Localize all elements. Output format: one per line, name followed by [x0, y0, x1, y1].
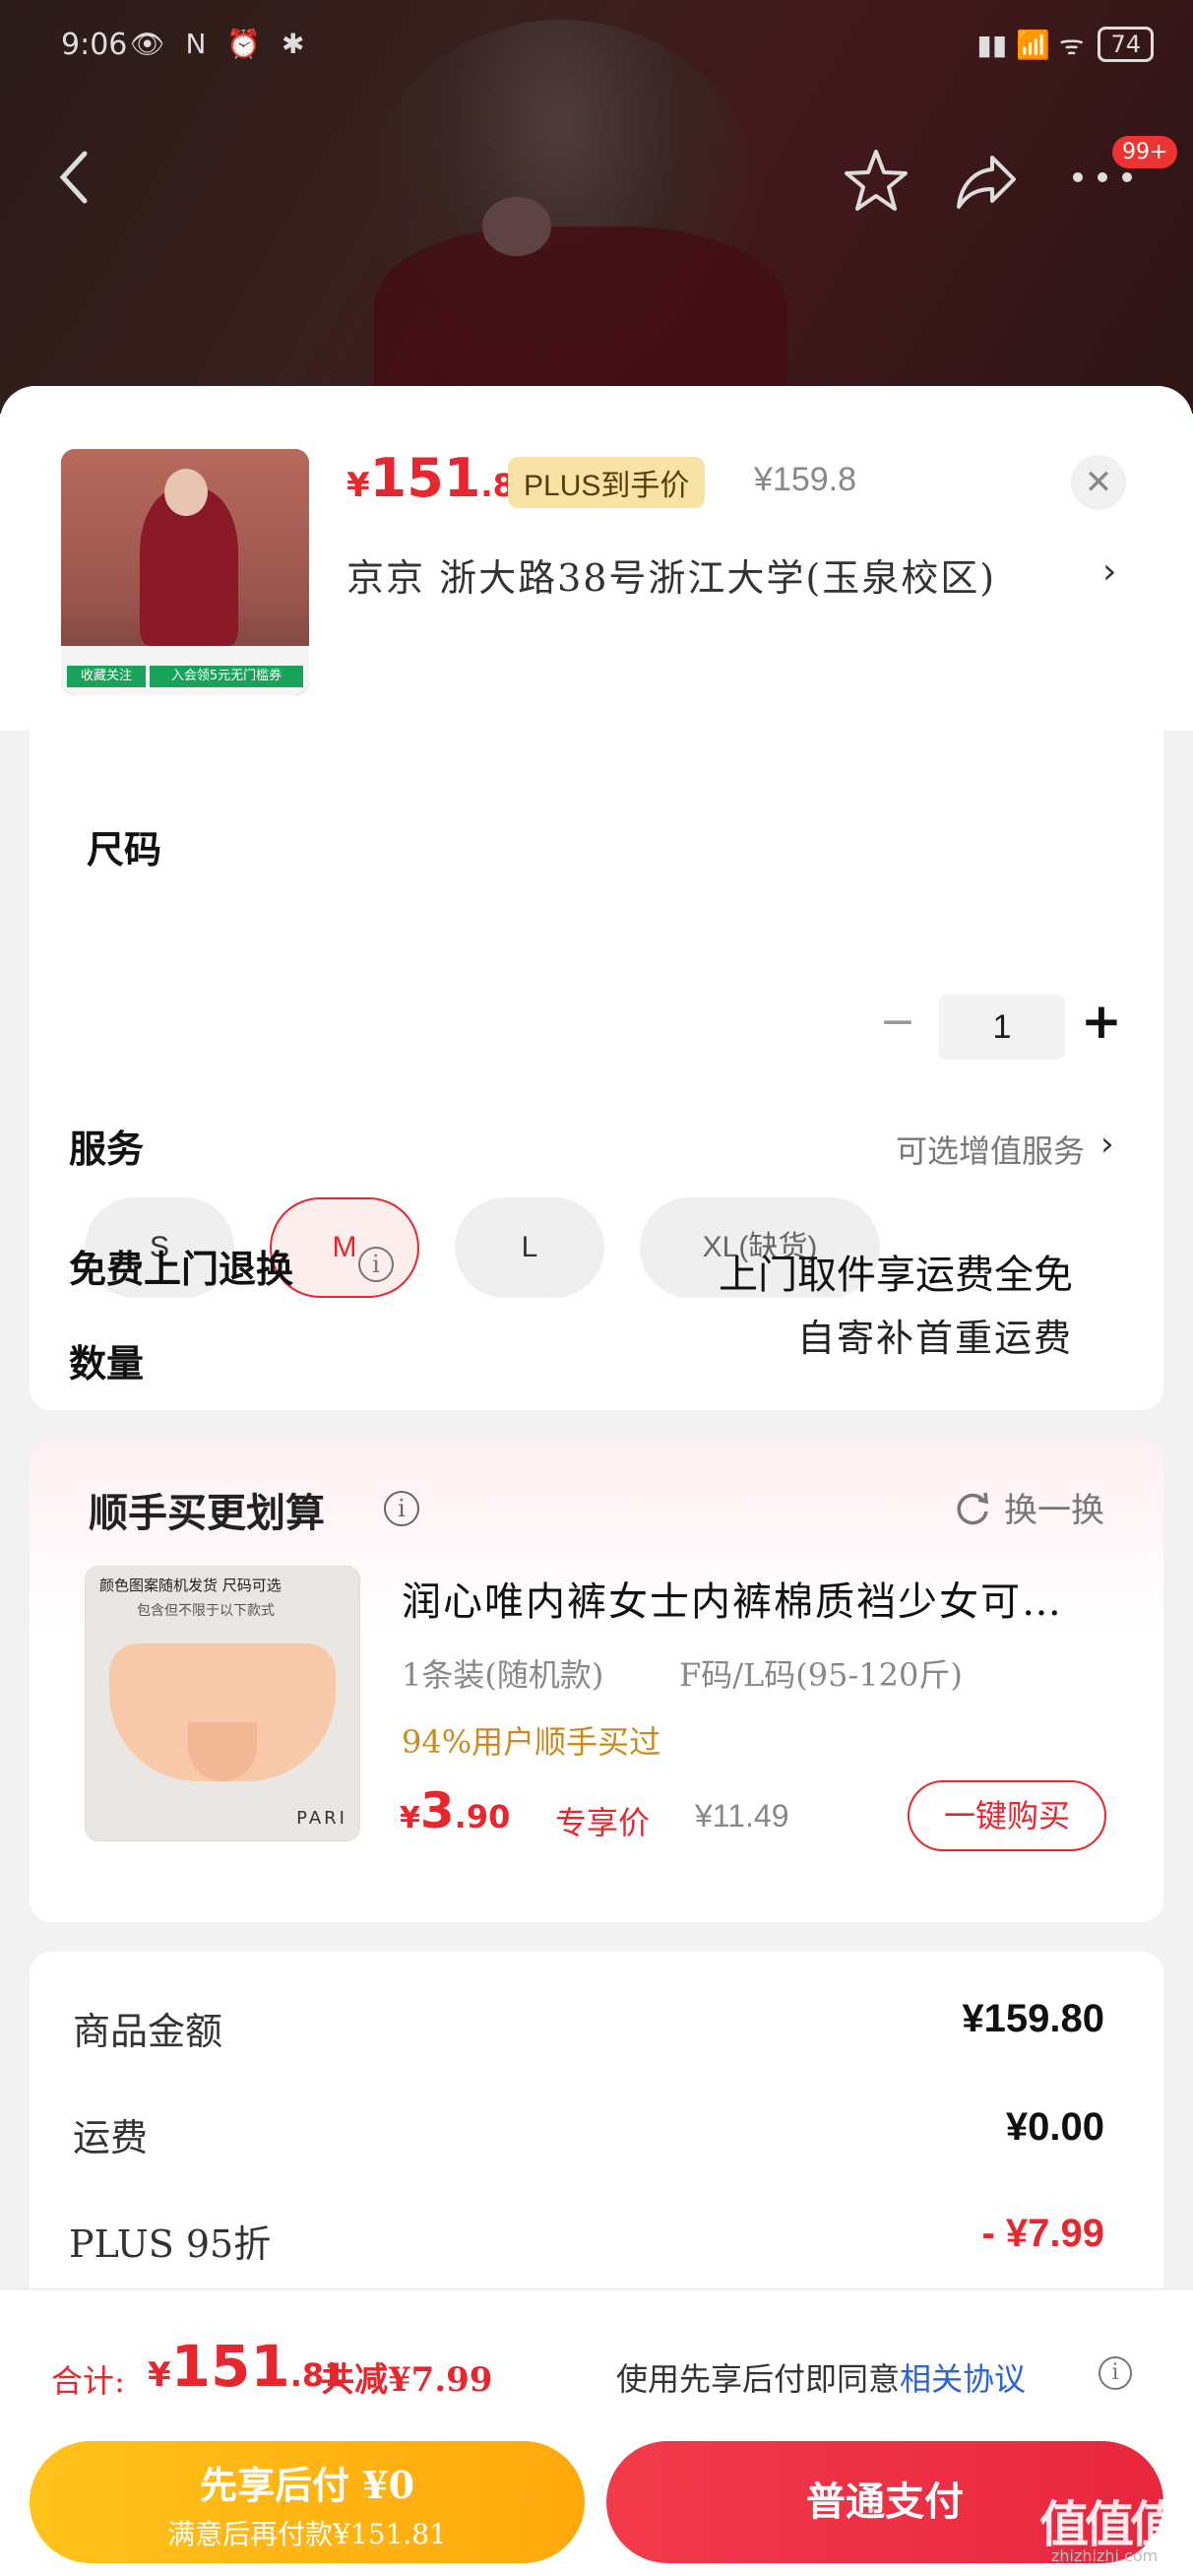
- one-click-buy-button[interactable]: 一键购买: [908, 1780, 1106, 1851]
- bundle-thumb-brand: PARI: [296, 1808, 347, 1829]
- bundle-original-price: ¥11.49: [695, 1798, 789, 1834]
- price-integer: 151: [369, 447, 481, 509]
- quantity-label: 数量: [69, 1341, 145, 1385]
- pay-later-title: 先享后付 ¥0: [199, 2463, 415, 2507]
- bundle-users-bought: 94%用户顺手买过: [402, 1723, 661, 1761]
- panties-image: [109, 1643, 336, 1781]
- refresh-icon: [957, 1492, 989, 1524]
- quantity-input[interactable]: 1: [939, 995, 1065, 1060]
- bundle-product-image[interactable]: 颜色图案随机发货 尺码可选 包含但不限于以下款式 PARI: [85, 1566, 360, 1841]
- sheet-header: 收藏关注 入会领5元无门槛券 ¥ 151 .81 PLUS到手价 ¥159.8 …: [0, 386, 1193, 731]
- pay-later-subtitle: 满意后再付款¥151.81: [167, 2518, 447, 2550]
- service-hint[interactable]: 可选增值服务: [896, 1127, 1085, 1172]
- bundle-thumb-sub: 包含但不限于以下款式: [137, 1603, 275, 1619]
- close-button[interactable]: ✕: [1071, 455, 1126, 510]
- status-right: ▮▮ 📶 ᯤ 74: [976, 26, 1154, 63]
- refresh-label: 换一换: [1004, 1491, 1104, 1530]
- share-icon[interactable]: [953, 148, 1022, 213]
- bundle-price: ¥ 3 .90: [400, 1782, 510, 1839]
- bundle-price-symbol: ¥: [400, 1801, 420, 1835]
- status-time: 9:06: [61, 28, 128, 62]
- favorite-star-icon[interactable]: [842, 146, 910, 215]
- signal-icon: ▮▮ 📶 ᯤ: [976, 29, 1085, 61]
- total-savings: 共减¥7.99: [321, 2360, 493, 2400]
- size-title: 尺码: [87, 827, 162, 871]
- goods-amount-value: ¥159.80: [962, 1997, 1104, 2040]
- more-icon[interactable]: [1068, 167, 1137, 187]
- battery-icon: 74: [1098, 27, 1154, 62]
- status-bar: 9:06 👁 N ⏰ ✱ ▮▮ 📶 ᯤ 74: [0, 0, 1193, 89]
- close-icon: ✕: [1084, 463, 1113, 502]
- bundle-product-name[interactable]: 润心唯内裤女士内裤棉质裆少女可…: [402, 1570, 1130, 1627]
- bundle-spec-size[interactable]: F码/L码(95-120斤): [679, 1650, 963, 1696]
- refresh-button[interactable]: 换一换: [953, 1483, 1104, 1531]
- status-notification-icons: 👁 N ⏰ ✱: [130, 28, 311, 60]
- info-icon[interactable]: i: [358, 1247, 394, 1282]
- total-price: ¥ 151 .81: [148, 2333, 345, 2400]
- thumb-head: [164, 469, 208, 516]
- bundle-card: 顺手买更划算 i 换一换 颜色图案随机发货 尺码可选 包含但不限于以下款式 PA…: [30, 1442, 1163, 1922]
- back-icon[interactable]: [55, 148, 94, 207]
- size-option-l[interactable]: L: [455, 1197, 604, 1298]
- total-price-symbol: ¥: [148, 2355, 171, 2395]
- quantity-minus-button[interactable]: −: [878, 997, 917, 1047]
- shipping-label: 运费: [73, 2116, 149, 2159]
- return-pickup-text: 上门取件享运费全免: [719, 1253, 1073, 1298]
- checkout-bar: 合计: ¥ 151 .81 共减¥7.99 使用先享后付即同意相关协议 i 先享…: [0, 2288, 1193, 2576]
- quantity-plus-button[interactable]: +: [1081, 993, 1122, 1050]
- plus-price-tag: PLUS到手价: [508, 457, 706, 508]
- pay-later-button[interactable]: 先享后付 ¥0 满意后再付款¥151.81: [30, 2441, 585, 2563]
- plus-discount-value: - ¥7.99: [981, 2212, 1104, 2255]
- chevron-right-icon[interactable]: ›: [1102, 551, 1116, 592]
- purchase-sheet: 收藏关注 入会领5元无门槛券 ¥ 151 .81 PLUS到手价 ¥159.8 …: [0, 386, 1193, 2576]
- price-symbol: ¥: [346, 466, 370, 505]
- return-self-ship-text: 自寄补首重运费: [796, 1317, 1073, 1360]
- bundle-spec-pack[interactable]: 1条装(随机款): [402, 1650, 603, 1696]
- thumb-strip-coupon: 入会领5元无门槛券: [150, 666, 303, 687]
- agreement-prefix: 使用先享后付即同意: [616, 2360, 901, 2398]
- chevron-right-icon[interactable]: ›: [1100, 1125, 1114, 1164]
- bundle-price-decimal: .90: [454, 1798, 511, 1835]
- info-icon[interactable]: i: [1099, 2356, 1132, 2390]
- info-icon[interactable]: i: [384, 1491, 419, 1526]
- original-price: ¥159.8: [754, 461, 856, 498]
- total-price-integer: 151: [170, 2333, 290, 2400]
- bundle-title: 顺手买更划算: [89, 1490, 325, 1536]
- goods-amount-label: 商品金额: [73, 2010, 223, 2053]
- message-count-badge: 99+: [1112, 136, 1178, 168]
- watermark-url: zhizhizhi.com: [1051, 2546, 1159, 2565]
- service-label: 服务: [69, 1127, 145, 1171]
- exclusive-price-tag: 专享价: [555, 1804, 651, 1841]
- delivery-address[interactable]: 京京 浙大路38号浙江大学(玉泉校区): [346, 547, 996, 602]
- product-thumbnail[interactable]: 收藏关注 入会领5元无门槛券: [61, 449, 309, 695]
- free-return-label: 免费上门退换: [69, 1247, 294, 1291]
- total-label: 合计:: [51, 2362, 125, 2400]
- shipping-value: ¥0.00: [1005, 2105, 1104, 2149]
- plus-discount-label: PLUS 95折: [69, 2222, 272, 2266]
- bundle-thumb-header: 颜色图案随机发货 尺码可选: [99, 1577, 282, 1594]
- agreement-link[interactable]: 相关协议: [900, 2360, 1026, 2398]
- bundle-price-integer: 3: [419, 1782, 455, 1839]
- agreement-text: 使用先享后付即同意相关协议: [616, 2354, 1026, 2400]
- thumb-strip-follow: 收藏关注: [67, 666, 146, 687]
